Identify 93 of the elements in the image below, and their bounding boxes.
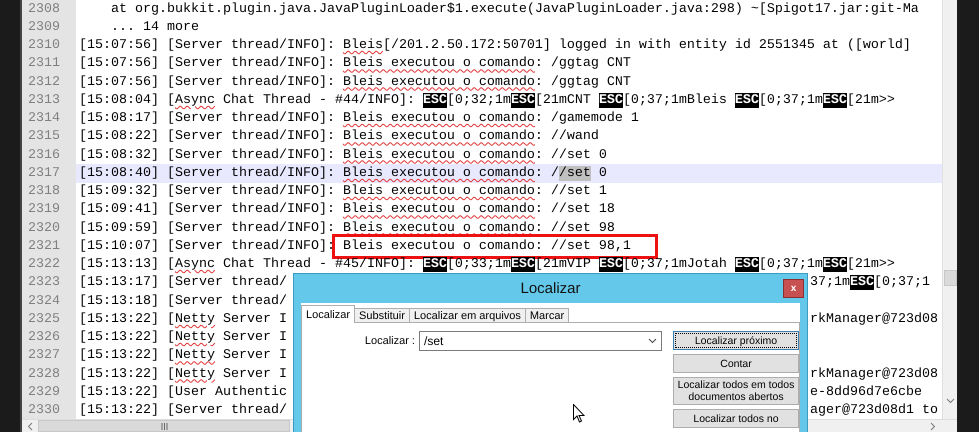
log-line: rkManager@723d08 (810, 366, 939, 382)
control-char-badge: ESC (734, 92, 759, 108)
dialog-button[interactable]: Contar (673, 354, 799, 373)
line-number: 2329 (27, 384, 61, 400)
chevron-down-icon[interactable] (648, 338, 657, 344)
log-line: [15:07:56] [Server thread/INFO]: Bleis executou o comando: /ggtag CNT (79, 74, 631, 90)
line-number: 2324 (27, 294, 61, 309)
log-line: [15:09:41] [Server thread/INFO]: Bleis executou o comando: //set 18 (79, 202, 615, 218)
control-char-badge: ESC (598, 92, 623, 108)
control-char-badge: ESC (422, 92, 447, 108)
line-number: 2320 (27, 220, 61, 236)
log-line: e-8dd96d7e6cbe (810, 384, 923, 400)
line-number: 2313 (27, 92, 61, 108)
log-line: [15:08:32] [Server thread/INFO]: Bleis executou o comando: //set 0 (79, 148, 607, 163)
line-number: 2309 (27, 20, 61, 35)
tab[interactable]: Localizar em arquivos (408, 308, 526, 323)
tab[interactable]: Substituir (354, 308, 410, 323)
log-line: [15:13:22] [Server thread/ (79, 403, 288, 418)
log-line: [15:13:22] [Netty Server I (79, 312, 288, 327)
log-line: ager@723d08d1 to (810, 403, 939, 418)
misspelled-text: Netty (174, 330, 215, 346)
misspelled-text: Bleis executou o comando (342, 129, 535, 144)
search-field[interactable]: /set (419, 331, 662, 351)
misspelled-text: Bleis executou o comando (342, 111, 535, 126)
misspelled-text: Netty (174, 312, 215, 327)
log-line: [15:13:18] [Server thread/ (79, 294, 287, 309)
tab[interactable]: Marcar (524, 308, 570, 323)
misspelled-text: Bleis executou o comando (342, 184, 535, 200)
misspelled-text: Bleis executou o comando (342, 148, 535, 163)
line-number: 2311 (27, 56, 61, 72)
control-char-badge: ESC (822, 92, 847, 108)
line-number: 2308 (27, 2, 61, 17)
line-number: 2326 (27, 330, 61, 346)
control-char-badge: ESC (510, 257, 535, 272)
dialog-title: Localizar (520, 280, 581, 297)
field-label: Localizar : (364, 334, 415, 349)
log-line: [15:13:22] [Netty Server I (79, 348, 287, 364)
line-number: 2322 (27, 257, 61, 272)
misspelled-text: Bleis executou o comando (342, 74, 535, 90)
line-number: 2319 (27, 202, 61, 218)
line-number: 2317 (27, 166, 61, 181)
dialog-button[interactable]: Localizar próximo (673, 331, 799, 350)
line-number: 2325 (27, 312, 61, 327)
close-button[interactable]: x (783, 279, 804, 298)
mouse-cursor-icon (573, 404, 585, 423)
log-line: [15:13:22] [Netty Server I (79, 366, 288, 382)
log-line: [15:13:17] [Server thread/ (79, 275, 288, 290)
log-line: [15:07:56] [Server thread/INFO]: Bleis[/201.2.50.172:50701] logged in with entity id 2551345 at ([world] (79, 38, 911, 54)
log-line: [15:09:32] [Server thread/INFO]: Bleis executou o comando: //set 1 (79, 184, 607, 200)
tab[interactable]: Localizar (301, 305, 356, 323)
misspelled-text: Netty (174, 366, 215, 382)
line-number: 2312 (27, 74, 61, 90)
line-number: 2330 (27, 403, 61, 418)
control-char-badge: ESC (734, 257, 759, 272)
misspelled-text: Async (174, 92, 215, 108)
control-char-badge: ESC (822, 257, 847, 272)
line-number: 2327 (27, 348, 61, 364)
log-line: [15:13:22] [User Authentic (79, 384, 288, 400)
log-line: [15:08:04] [Async Chat Thread - #44/INFO]: ESC[0;32;1mESC[21mCNT ESC[0;37;1mBleis ESC[0;37;1mESC[21m>> (79, 92, 895, 108)
search-match: /set (558, 166, 591, 181)
dialog-button[interactable]: Localizar todos no (673, 409, 799, 428)
grip-icon (160, 422, 168, 430)
misspelled-text: Bleis executou o comando (342, 220, 535, 236)
line-number: 2323 (27, 275, 61, 290)
line-number: 2316 (27, 148, 61, 163)
line-number: 2328 (27, 366, 61, 382)
misspelled-text: Bleis executou o comando (342, 202, 535, 218)
log-line: [15:07:56] [Server thread/INFO]: Bleis executou o comando: /ggtag CNT (79, 56, 631, 72)
log-line: [15:13:13] [Async Chat Thread - #45/INFO]: ESC[0;33;1mESC[21mVIP ESC[0;37;1mJotah ESC[0;37;1mESC[21m>> (79, 257, 895, 272)
misspelled-text: Bleis executou o comando (342, 166, 535, 181)
line-number: 2315 (27, 129, 61, 144)
line-number: 2314 (27, 111, 61, 126)
log-line: [15:08:40] [Server thread/INFO]: Bleis executou o comando: //set 0 (79, 166, 607, 181)
control-char-badge: ESC (422, 257, 447, 272)
log-line: at org.bukkit.plugin.java.JavaPluginLoader$1.execute(JavaPluginLoader.java:298) ~[Spigot17.jar:git-Ma (110, 2, 919, 17)
log-line: rkManager@723d08 (810, 312, 939, 327)
misspelled-text: Bleis executou o comando (342, 56, 535, 72)
misspelled-text: Netty (174, 348, 215, 364)
log-line: ... 14 more (110, 20, 199, 35)
line-number: 2321 (27, 238, 61, 254)
control-char-badge: ESC (850, 275, 874, 290)
dialog-button[interactable]: Localizar todos em todos documentos abertos (673, 377, 799, 405)
control-char-badge: ESC (598, 257, 623, 272)
control-char-badge: ESC (510, 92, 535, 108)
misspelled-text: Bleis (342, 38, 383, 54)
log-line: [15:09:59] [Server thread/INFO]: Bleis executou o comando: //set 98 (79, 220, 615, 236)
log-line: [15:08:17] [Server thread/INFO]: Bleis executou o comando: /gamemode 1 (79, 111, 639, 126)
misspelled-text: Async (174, 257, 215, 272)
log-line: [15:13:22] [Netty Server I (79, 330, 287, 346)
log-line: 37;1mESC[0;37;1 (810, 275, 931, 290)
log-line: [15:08:22] [Server thread/INFO]: Bleis executou o comando: //wand (79, 129, 599, 144)
line-number: 2318 (27, 184, 61, 200)
line-number: 2310 (27, 38, 61, 54)
